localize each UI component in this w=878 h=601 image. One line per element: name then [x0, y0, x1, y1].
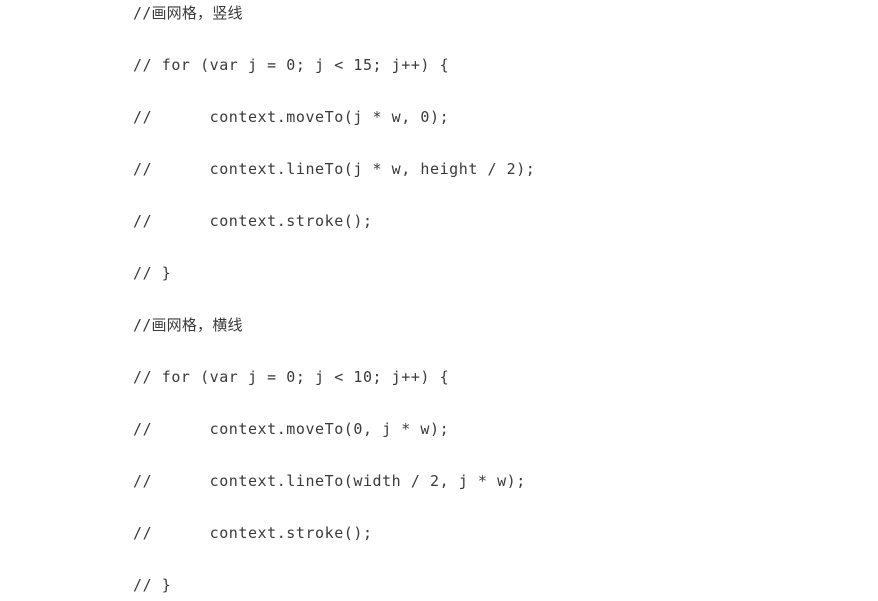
- code-line: // context.stroke();: [133, 524, 373, 542]
- code-line: // for (var j = 0; j < 10; j++) {: [133, 368, 450, 386]
- code-line: // }: [133, 576, 172, 594]
- code-line: // context.moveTo(j * w, 0);: [133, 108, 450, 126]
- code-line: // for (var j = 0; j < 15; j++) {: [133, 56, 450, 74]
- code-line: //画网格，竖线: [133, 4, 243, 22]
- code-line: //画网格，横线: [133, 316, 243, 334]
- code-line: // context.lineTo(j * w, height / 2);: [133, 160, 536, 178]
- code-line: // context.stroke();: [133, 212, 373, 230]
- code-block: //画网格，竖线 // for (var j = 0; j < 15; j++) …: [0, 0, 878, 601]
- code-line: // context.lineTo(width / 2, j * w);: [133, 472, 526, 490]
- code-line: // context.moveTo(0, j * w);: [133, 420, 450, 438]
- code-line: // }: [133, 264, 172, 282]
